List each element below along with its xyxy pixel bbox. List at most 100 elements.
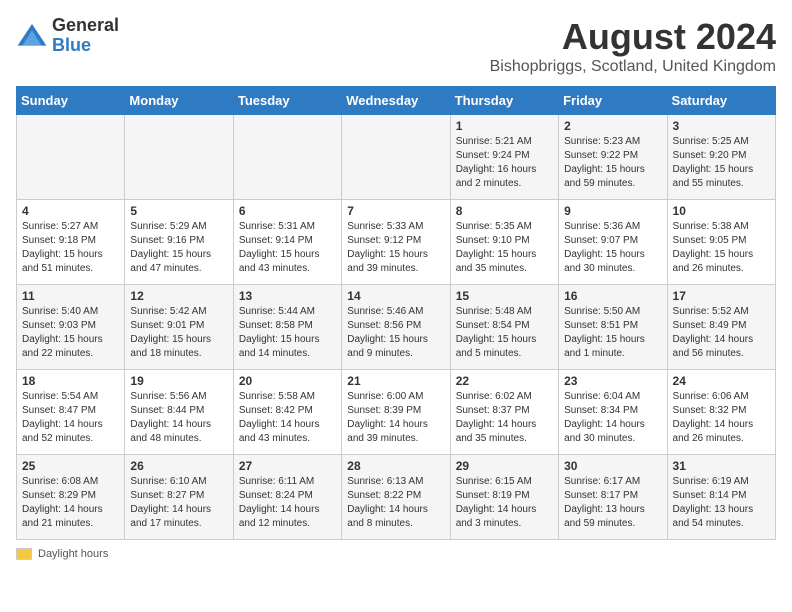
week-row-1: 1Sunrise: 5:21 AM Sunset: 9:24 PM Daylig… (17, 115, 776, 200)
day-number: 1 (456, 119, 553, 133)
col-header-wednesday: Wednesday (342, 87, 450, 115)
cell-3-1: 12 Sunrise: 5:42 AM Sunset: 9:01 PM Dayli… (125, 285, 233, 370)
cell-5-5: 30 Sunrise: 6:17 AM Sunset: 8:17 PM Dayli… (559, 455, 667, 540)
day-number: 7 (347, 204, 444, 218)
col-header-tuesday: Tuesday (233, 87, 341, 115)
day-info: Sunrise: 5:35 AM Sunset: 9:10 PM Dayligh… (456, 220, 553, 276)
day-number: 31 (673, 459, 770, 473)
cell-5-3: 28 Sunrise: 6:13 AM Sunset: 8:22 PM Dayli… (342, 455, 450, 540)
day-info: Sunrise: 5:23 AM Sunset: 9:22 PM Dayligh… (564, 135, 661, 191)
col-header-friday: Friday (559, 87, 667, 115)
col-header-thursday: Thursday (450, 87, 558, 115)
cell-4-4: 22 Sunrise: 6:02 AM Sunset: 8:37 PM Dayli… (450, 370, 558, 455)
day-info: Sunrise: 5:46 AM Sunset: 8:56 PM Dayligh… (347, 305, 444, 361)
day-info: Sunrise: 6:10 AM Sunset: 8:27 PM Dayligh… (130, 475, 227, 531)
daylight-legend: Daylight hours (16, 548, 108, 560)
day-info: Sunrise: 5:58 AM Sunset: 8:42 PM Dayligh… (239, 390, 336, 446)
col-header-monday: Monday (125, 87, 233, 115)
day-number: 10 (673, 204, 770, 218)
cell-1-3 (342, 115, 450, 200)
day-number: 30 (564, 459, 661, 473)
day-info: Sunrise: 5:50 AM Sunset: 8:51 PM Dayligh… (564, 305, 661, 361)
cell-4-2: 20Sunrise: 5:58 AM Sunset: 8:42 PM Dayli… (233, 370, 341, 455)
title-block: August 2024 Bishopbriggs, Scotland, Unit… (490, 16, 776, 76)
logo: General Blue (16, 16, 119, 56)
cell-5-2: 27Sunrise: 6:11 AM Sunset: 8:24 PM Dayli… (233, 455, 341, 540)
cell-4-1: 19Sunrise: 5:56 AM Sunset: 8:44 PM Dayli… (125, 370, 233, 455)
day-number: 22 (456, 374, 553, 388)
cell-1-6: 3 Sunrise: 5:25 AM Sunset: 9:20 PM Daylig… (667, 115, 775, 200)
cell-5-1: 26 Sunrise: 6:10 AM Sunset: 8:27 PM Dayli… (125, 455, 233, 540)
cell-5-4: 29Sunrise: 6:15 AM Sunset: 8:19 PM Dayli… (450, 455, 558, 540)
day-info: Sunrise: 5:27 AM Sunset: 9:18 PM Dayligh… (22, 220, 119, 276)
cell-1-0 (17, 115, 125, 200)
cell-2-5: 9 Sunrise: 5:36 AM Sunset: 9:07 PM Daylig… (559, 200, 667, 285)
daylight-label: Daylight hours (38, 548, 108, 560)
logo-blue: Blue (52, 35, 91, 55)
col-header-saturday: Saturday (667, 87, 775, 115)
day-info: Sunrise: 5:42 AM Sunset: 9:01 PM Dayligh… (130, 305, 227, 361)
cell-2-1: 5Sunrise: 5:29 AM Sunset: 9:16 PM Daylig… (125, 200, 233, 285)
day-info: Sunrise: 5:29 AM Sunset: 9:16 PM Dayligh… (130, 220, 227, 276)
day-info: Sunrise: 6:02 AM Sunset: 8:37 PM Dayligh… (456, 390, 553, 446)
day-number: 15 (456, 289, 553, 303)
day-info: Sunrise: 5:25 AM Sunset: 9:20 PM Dayligh… (673, 135, 770, 191)
day-number: 25 (22, 459, 119, 473)
day-number: 3 (673, 119, 770, 133)
day-info: Sunrise: 6:11 AM Sunset: 8:24 PM Dayligh… (239, 475, 336, 531)
daylight-color-box (16, 548, 32, 560)
cell-2-4: 8 Sunrise: 5:35 AM Sunset: 9:10 PM Daylig… (450, 200, 558, 285)
day-number: 6 (239, 204, 336, 218)
day-number: 2 (564, 119, 661, 133)
day-info: Sunrise: 6:04 AM Sunset: 8:34 PM Dayligh… (564, 390, 661, 446)
calendar-table: SundayMondayTuesdayWednesdayThursdayFrid… (16, 86, 776, 540)
day-info: Sunrise: 5:52 AM Sunset: 8:49 PM Dayligh… (673, 305, 770, 361)
main-title: August 2024 (490, 16, 776, 58)
day-info: Sunrise: 5:54 AM Sunset: 8:47 PM Dayligh… (22, 390, 119, 446)
week-row-3: 11Sunrise: 5:40 AM Sunset: 9:03 PM Dayli… (17, 285, 776, 370)
logo-general: General (52, 15, 119, 35)
cell-1-4: 1Sunrise: 5:21 AM Sunset: 9:24 PM Daylig… (450, 115, 558, 200)
day-number: 11 (22, 289, 119, 303)
day-number: 24 (673, 374, 770, 388)
day-info: Sunrise: 5:48 AM Sunset: 8:54 PM Dayligh… (456, 305, 553, 361)
day-info: Sunrise: 5:38 AM Sunset: 9:05 PM Dayligh… (673, 220, 770, 276)
cell-2-0: 4 Sunrise: 5:27 AM Sunset: 9:18 PM Daylig… (17, 200, 125, 285)
day-info: Sunrise: 5:44 AM Sunset: 8:58 PM Dayligh… (239, 305, 336, 361)
cell-5-6: 31 Sunrise: 6:19 AM Sunset: 8:14 PM Dayli… (667, 455, 775, 540)
week-row-2: 4 Sunrise: 5:27 AM Sunset: 9:18 PM Daylig… (17, 200, 776, 285)
cell-4-3: 21 Sunrise: 6:00 AM Sunset: 8:39 PM Dayli… (342, 370, 450, 455)
day-number: 13 (239, 289, 336, 303)
day-number: 8 (456, 204, 553, 218)
week-row-4: 18Sunrise: 5:54 AM Sunset: 8:47 PM Dayli… (17, 370, 776, 455)
cell-3-0: 11Sunrise: 5:40 AM Sunset: 9:03 PM Dayli… (17, 285, 125, 370)
footer: Daylight hours (16, 548, 776, 560)
cell-4-5: 23 Sunrise: 6:04 AM Sunset: 8:34 PM Dayli… (559, 370, 667, 455)
cell-3-2: 13 Sunrise: 5:44 AM Sunset: 8:58 PM Dayli… (233, 285, 341, 370)
day-number: 28 (347, 459, 444, 473)
day-info: Sunrise: 5:31 AM Sunset: 9:14 PM Dayligh… (239, 220, 336, 276)
cell-3-6: 17Sunrise: 5:52 AM Sunset: 8:49 PM Dayli… (667, 285, 775, 370)
day-number: 21 (347, 374, 444, 388)
cell-2-3: 7 Sunrise: 5:33 AM Sunset: 9:12 PM Daylig… (342, 200, 450, 285)
day-number: 26 (130, 459, 227, 473)
day-info: Sunrise: 6:00 AM Sunset: 8:39 PM Dayligh… (347, 390, 444, 446)
subtitle: Bishopbriggs, Scotland, United Kingdom (490, 58, 776, 76)
page-header: General Blue August 2024 Bishopbriggs, S… (16, 16, 776, 76)
day-info: Sunrise: 5:56 AM Sunset: 8:44 PM Dayligh… (130, 390, 227, 446)
day-info: Sunrise: 6:13 AM Sunset: 8:22 PM Dayligh… (347, 475, 444, 531)
day-number: 16 (564, 289, 661, 303)
day-number: 12 (130, 289, 227, 303)
cell-1-5: 2 Sunrise: 5:23 AM Sunset: 9:22 PM Daylig… (559, 115, 667, 200)
day-info: Sunrise: 6:17 AM Sunset: 8:17 PM Dayligh… (564, 475, 661, 531)
day-number: 14 (347, 289, 444, 303)
day-info: Sunrise: 5:33 AM Sunset: 9:12 PM Dayligh… (347, 220, 444, 276)
day-info: Sunrise: 6:19 AM Sunset: 8:14 PM Dayligh… (673, 475, 770, 531)
day-number: 4 (22, 204, 119, 218)
cell-3-4: 15 Sunrise: 5:48 AM Sunset: 8:54 PM Dayli… (450, 285, 558, 370)
logo-text: General Blue (52, 16, 119, 56)
day-number: 9 (564, 204, 661, 218)
day-info: Sunrise: 5:36 AM Sunset: 9:07 PM Dayligh… (564, 220, 661, 276)
day-number: 23 (564, 374, 661, 388)
cell-4-0: 18Sunrise: 5:54 AM Sunset: 8:47 PM Dayli… (17, 370, 125, 455)
